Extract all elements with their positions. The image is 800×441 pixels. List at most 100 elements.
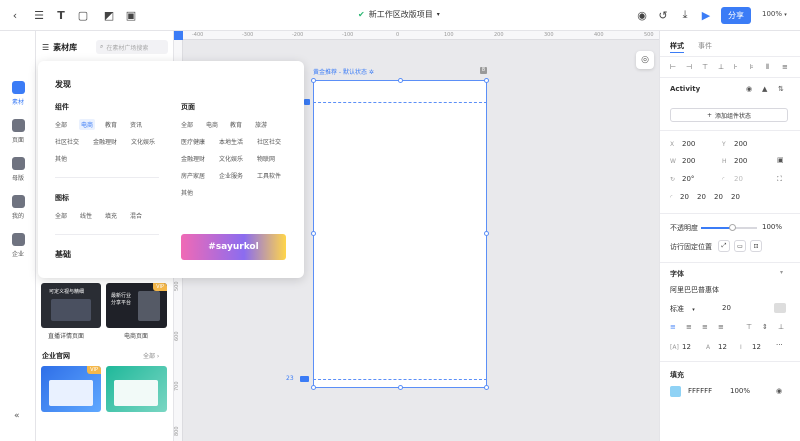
rail-item-master[interactable]: 母版 xyxy=(0,157,36,187)
tab-events[interactable]: 事件 xyxy=(698,41,712,51)
visibility-icon[interactable]: ◉ xyxy=(776,387,782,395)
share-button[interactable]: 分享 xyxy=(721,7,751,24)
locate-icon[interactable]: ◎ xyxy=(636,51,654,69)
add-state-button[interactable]: + 添加组件状态 xyxy=(670,108,788,122)
align-right-icon[interactable]: ⊤ xyxy=(702,63,708,71)
play-icon[interactable]: ▶ xyxy=(699,8,713,22)
visibility-icon[interactable]: ◉ xyxy=(746,85,752,93)
text-tool-icon[interactable]: T xyxy=(54,8,68,22)
lock-ratio-icon[interactable]: ▣ xyxy=(777,156,784,164)
opacity-value[interactable]: 100% xyxy=(762,223,782,231)
section-all-link[interactable]: 全部 › xyxy=(143,351,159,360)
text-justify-icon[interactable]: ≡ xyxy=(718,323,724,331)
zoom-select[interactable]: 100% ▾ xyxy=(762,10,787,18)
distribute-v-icon[interactable]: ≡ xyxy=(782,63,788,71)
page-tag[interactable]: 旅游 xyxy=(255,120,267,129)
align-left-icon[interactable]: ⊢ xyxy=(670,63,676,71)
search-input[interactable]: ⌕ 在素材广场搜索 xyxy=(96,40,168,54)
distribute-h-icon[interactable]: ⫴ xyxy=(766,63,769,72)
resize-handle[interactable] xyxy=(311,78,316,83)
resize-handle[interactable] xyxy=(311,231,316,236)
history-icon[interactable]: ↺ xyxy=(656,8,670,22)
icon-tag[interactable]: 全部 xyxy=(55,211,67,220)
component-tag[interactable]: 文化娱乐 xyxy=(131,137,155,146)
page-tag[interactable]: 房产家居 xyxy=(181,171,205,180)
component-tag[interactable]: 资讯 xyxy=(130,120,142,129)
component-tool-icon[interactable]: ◩ xyxy=(102,8,116,22)
artboard[interactable] xyxy=(313,80,487,388)
slider-knob[interactable] xyxy=(728,224,736,231)
font-size-field[interactable]: 20 xyxy=(722,304,731,312)
corner-field[interactable]: 20 xyxy=(714,193,723,201)
opacity-slider[interactable] xyxy=(701,224,757,231)
guide-marker[interactable] xyxy=(300,376,309,382)
text-align-right-icon[interactable]: ≡ xyxy=(702,323,708,331)
guide-marker[interactable] xyxy=(304,99,310,105)
radius-field[interactable]: 20 xyxy=(734,175,743,183)
tab-style[interactable]: 样式 xyxy=(670,41,684,51)
document-title[interactable]: ✔ 新工作区改版项目 ▾ xyxy=(358,9,440,20)
back-icon[interactable]: ‹ xyxy=(8,8,22,22)
page-tag[interactable]: 金融理财 xyxy=(181,154,205,163)
icon-tag[interactable]: 线性 xyxy=(80,211,92,220)
align-bottom-icon[interactable]: ⊧ xyxy=(750,63,754,71)
expand-corners-icon[interactable]: ⛶ xyxy=(777,175,782,184)
x-field[interactable]: 200 xyxy=(682,140,695,148)
layer-name[interactable]: Activity xyxy=(670,85,700,93)
resize-handle[interactable] xyxy=(484,78,489,83)
library-title[interactable]: ☰ 素材库 xyxy=(42,42,77,53)
page-tag[interactable]: 教育 xyxy=(230,120,242,129)
page-tag[interactable]: 企业服务 xyxy=(219,171,243,180)
page-tag[interactable]: 电商 xyxy=(206,120,218,129)
rotation-field[interactable]: 20° xyxy=(682,175,694,183)
component-tag[interactable]: 社区社交 xyxy=(55,137,79,146)
icon-tag[interactable]: 混合 xyxy=(130,211,142,220)
resize-handle[interactable] xyxy=(484,231,489,236)
h-field[interactable]: 200 xyxy=(734,157,747,165)
component-tag[interactable]: 全部 xyxy=(55,120,67,129)
template-thumb[interactable]: 可定义视与精细 xyxy=(41,283,101,328)
paragraph-spacing-field[interactable]: 12 xyxy=(752,343,761,351)
component-tag[interactable]: 教育 xyxy=(105,120,117,129)
rail-item-pages[interactable]: 页面 xyxy=(0,119,36,149)
align-center-v-icon[interactable]: ⊦ xyxy=(734,63,738,71)
swap-icon[interactable]: ⇅ xyxy=(778,85,784,93)
menu-icon[interactable]: ☰ xyxy=(32,8,46,22)
collapse-icon[interactable]: « xyxy=(14,411,20,421)
fill-color-swatch[interactable] xyxy=(670,386,681,397)
text-align-center-icon[interactable]: ≡ xyxy=(686,323,692,331)
artboard-label[interactable]: 黄金推荐 - 默认状态 ✲ xyxy=(313,67,374,76)
page-tag[interactable]: 其他 xyxy=(181,188,193,197)
valign-top-icon[interactable]: ⊤ xyxy=(746,323,752,331)
font-weight-select[interactable]: 标准 ▾ xyxy=(670,304,695,314)
resize-handle[interactable] xyxy=(398,385,403,390)
lock-icon[interactable]: ▲ xyxy=(762,85,767,93)
page-tag[interactable]: 社区社交 xyxy=(257,137,281,146)
download-icon[interactable]: ⤓ xyxy=(678,8,692,22)
ruler-corner[interactable] xyxy=(174,31,183,40)
component-tag[interactable]: 其他 xyxy=(55,154,67,163)
text-color-swatch[interactable] xyxy=(774,303,786,313)
font-family-select[interactable]: 阿里巴巴普惠体 xyxy=(670,285,719,295)
line-height-field[interactable]: 12 xyxy=(718,343,727,351)
fix-top-icon[interactable]: ▭ xyxy=(734,240,746,252)
icon-tag[interactable]: 填充 xyxy=(105,211,117,220)
artboard-tag[interactable]: 8 xyxy=(480,67,487,74)
resize-handle[interactable] xyxy=(484,385,489,390)
corner-field[interactable]: 20 xyxy=(731,193,740,201)
avatar-icon[interactable]: ◉ xyxy=(635,8,649,22)
image-tool-icon[interactable]: ▣ xyxy=(124,8,138,22)
page-tag[interactable]: 全部 xyxy=(181,120,193,129)
fix-bottom-icon[interactable]: ⊡ xyxy=(750,240,762,252)
page-tag[interactable]: 医疗健康 xyxy=(181,137,205,146)
align-top-icon[interactable]: ⊥ xyxy=(718,63,724,71)
page-tag[interactable]: 本地生活 xyxy=(219,137,243,146)
shape-tool-icon[interactable]: ▢ xyxy=(76,8,90,22)
page-tag[interactable]: 文化娱乐 xyxy=(219,154,243,163)
resize-handle[interactable] xyxy=(398,78,403,83)
y-field[interactable]: 200 xyxy=(734,140,747,148)
valign-middle-icon[interactable]: ⇕ xyxy=(762,323,768,331)
promo-banner[interactable]: #sayurkol xyxy=(181,234,286,260)
text-align-left-icon[interactable]: ≡ xyxy=(670,323,676,331)
fill-opacity-field[interactable]: 100% xyxy=(730,387,750,395)
